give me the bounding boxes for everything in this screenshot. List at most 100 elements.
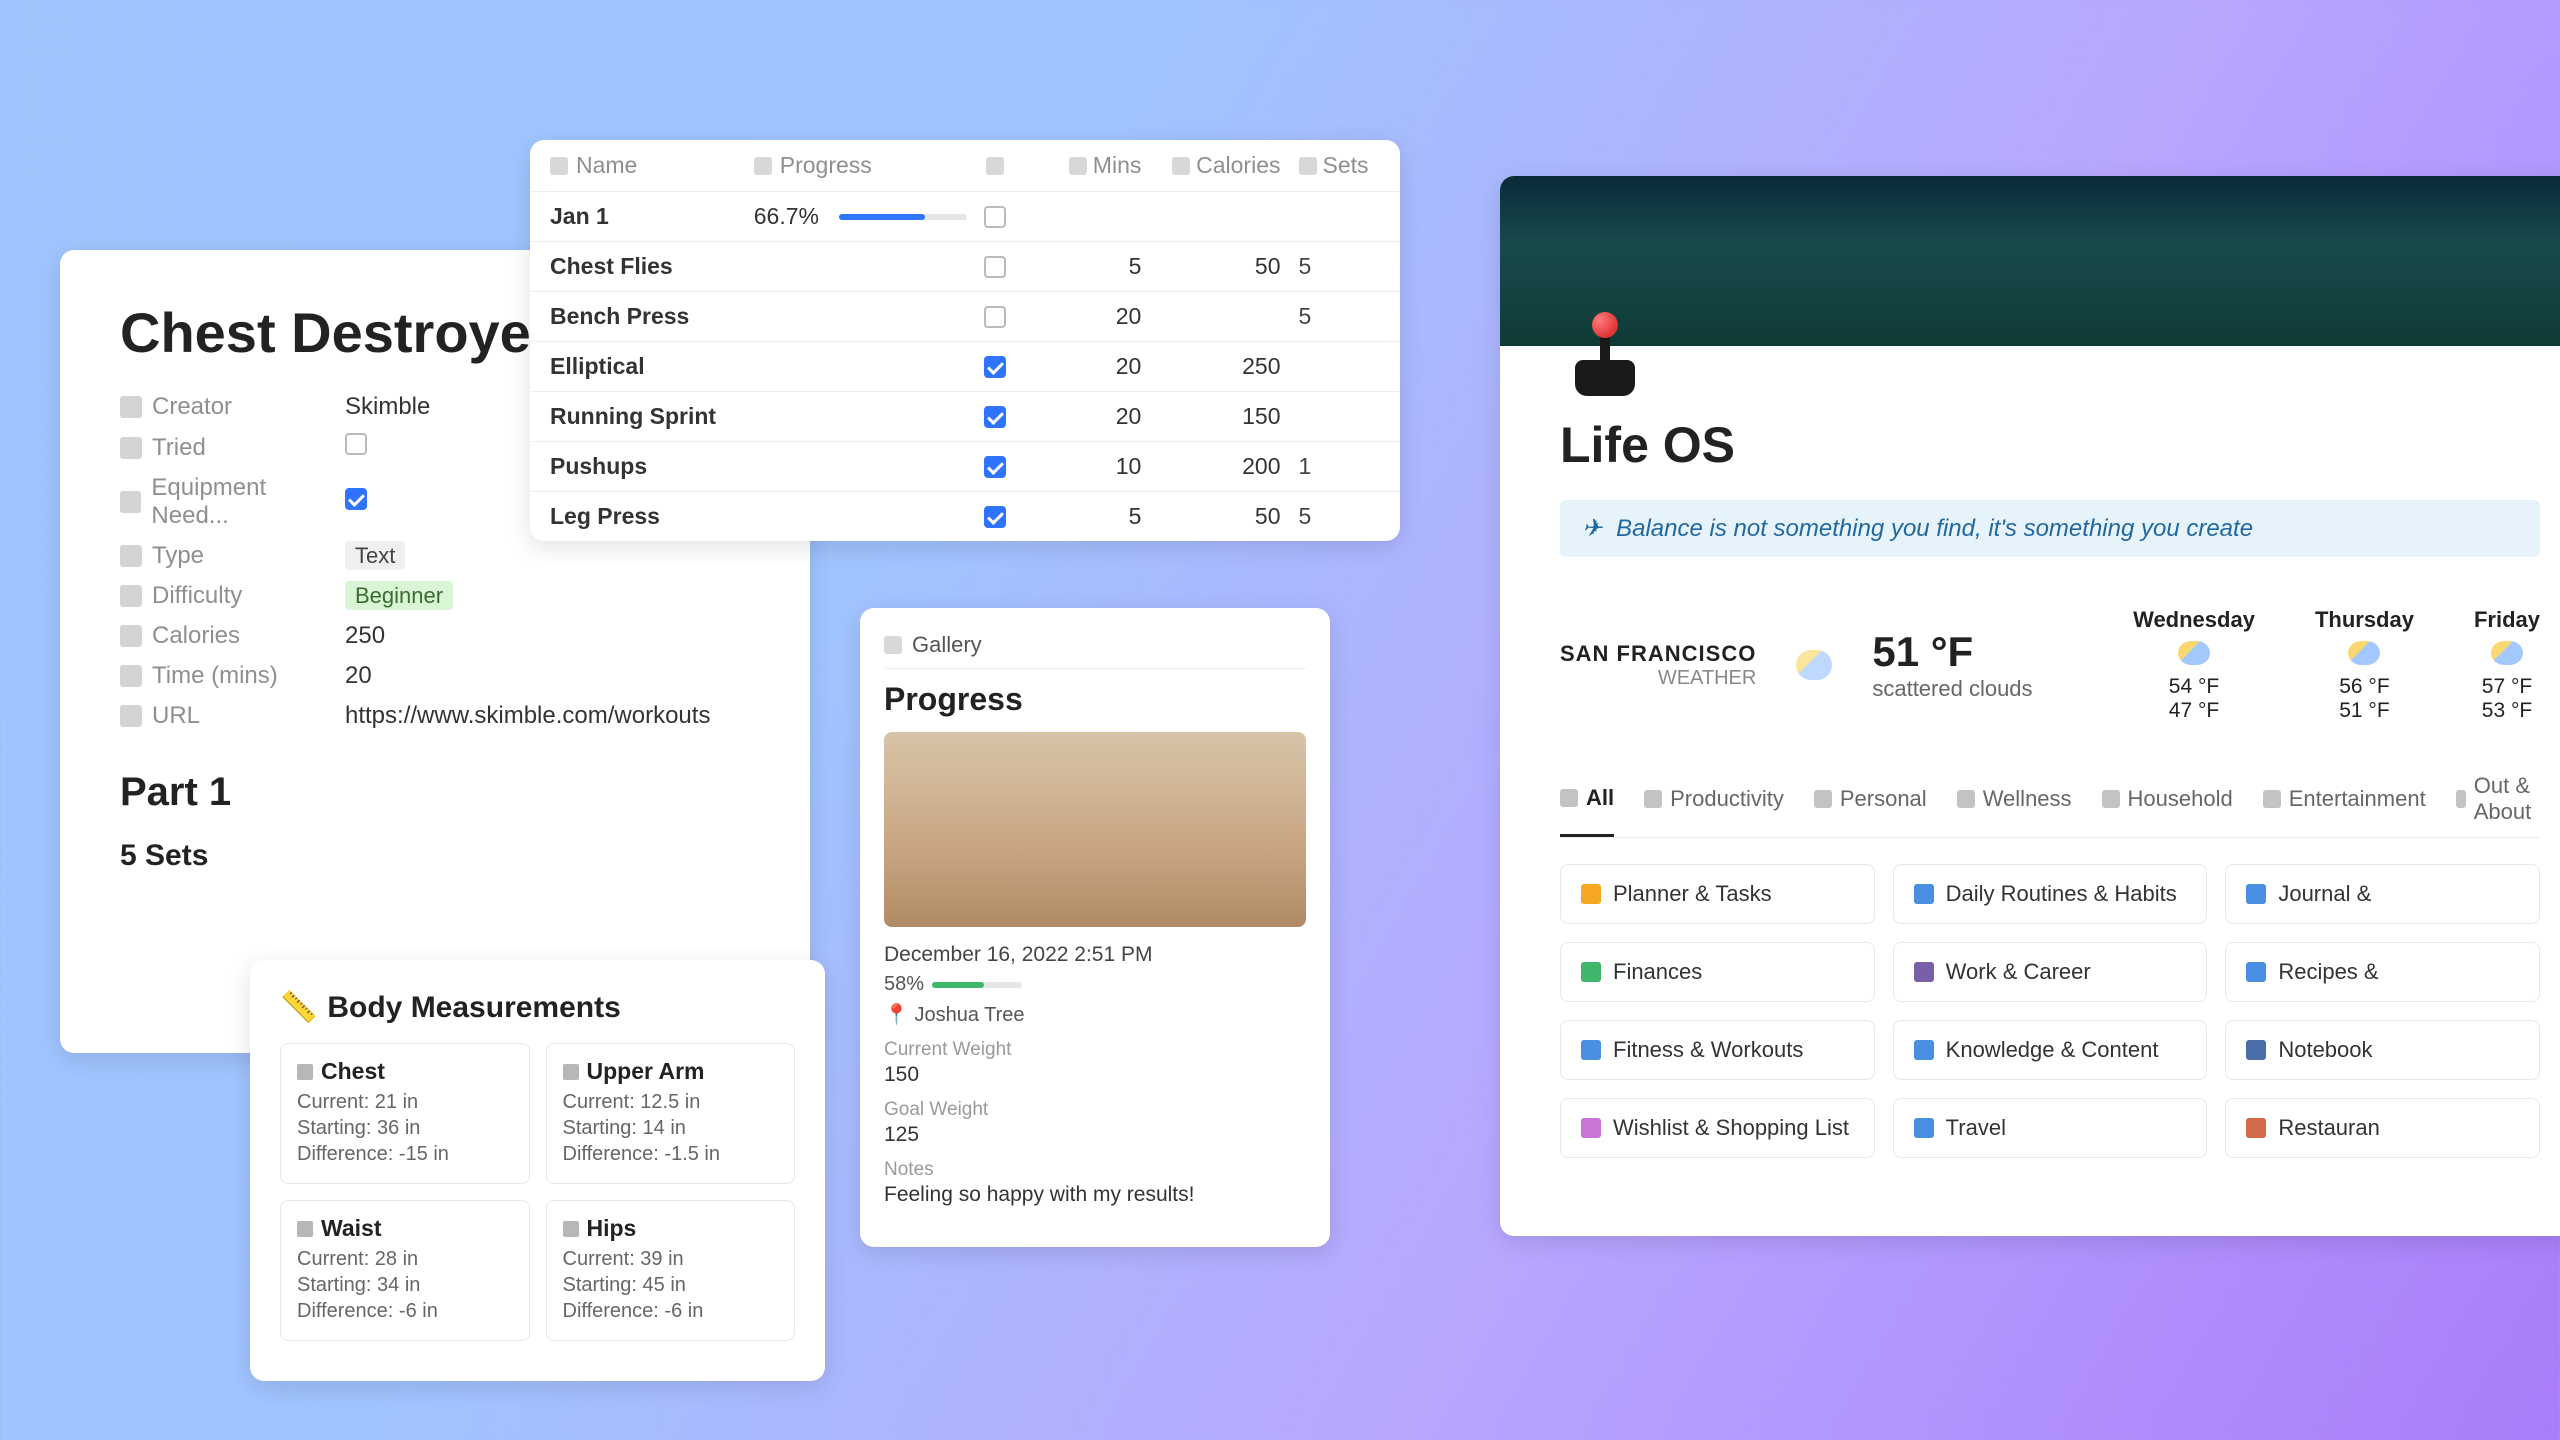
part-heading: Part 1 <box>120 770 750 815</box>
table-row[interactable]: Running Sprint 20 150 <box>530 392 1400 442</box>
measurement-item[interactable]: Upper Arm Current: 12.5 inStarting: 14 i… <box>546 1043 796 1184</box>
equipment-checkbox[interactable] <box>345 488 367 510</box>
life-os-card: Life OS ✈Balance is not something you fi… <box>1500 176 2560 1236</box>
type-tag[interactable]: Text <box>345 541 405 570</box>
tab-icon <box>1644 790 1662 808</box>
tab-household[interactable]: Household <box>2102 773 2233 837</box>
tab-personal[interactable]: Personal <box>1814 773 1927 837</box>
pencil-icon <box>297 1221 313 1237</box>
table-header-row: Name Progress Mins Calories Sets <box>530 140 1400 192</box>
table-row[interactable]: Bench Press 20 5 <box>530 292 1400 342</box>
tab-wellness[interactable]: Wellness <box>1957 773 2072 837</box>
link-icon <box>2246 1118 2266 1138</box>
url-value[interactable]: https://www.skimble.com/workouts <box>345 702 710 730</box>
link-item[interactable]: Fitness & Workouts <box>1560 1020 1875 1080</box>
difficulty-tag[interactable]: Beginner <box>345 581 453 610</box>
tab-icon <box>1560 789 1578 807</box>
links-grid: Planner & Tasks Daily Routines & Habits Jo… <box>1560 864 2540 1158</box>
stopwatch-icon <box>1069 157 1087 175</box>
flame-icon <box>120 625 142 647</box>
row-checkbox[interactable] <box>984 506 1006 528</box>
measurement-item[interactable]: Chest Current: 21 inStarting: 36 inDiffe… <box>280 1043 530 1184</box>
current-temp: 51 °F <box>1872 628 2032 676</box>
link-item[interactable]: Recipes & <box>2225 942 2540 1002</box>
table-row[interactable]: Pushups 10 200 1 <box>530 442 1400 492</box>
send-icon: ✈ <box>1582 514 1602 543</box>
tab-icon <box>2263 790 2281 808</box>
progress-photo[interactable] <box>884 732 1306 927</box>
link-item[interactable]: Planner & Tasks <box>1560 864 1875 924</box>
ruler-icon: 📏 <box>280 990 317 1025</box>
row-checkbox[interactable] <box>984 406 1006 428</box>
link-icon <box>2246 1040 2266 1060</box>
table-row[interactable]: Leg Press 5 50 5 <box>530 492 1400 541</box>
joystick-icon <box>1560 306 1650 396</box>
table-row[interactable]: Jan 1 66.7% <box>530 192 1400 242</box>
weather-widget: SAN FRANCISCOWEATHER 51 °Fscattered clou… <box>1560 607 2540 723</box>
flame-icon <box>1172 157 1190 175</box>
table-row[interactable]: Chest Flies 5 50 5 <box>530 242 1400 292</box>
measurement-item[interactable]: Hips Current: 39 inStarting: 45 inDiffer… <box>546 1200 796 1341</box>
creator-value[interactable]: Skimble <box>345 393 430 421</box>
bars-icon <box>754 157 772 175</box>
link-item[interactable]: Journal & <box>2225 864 2540 924</box>
link-icon <box>1581 884 1601 904</box>
row-checkbox[interactable] <box>984 206 1006 228</box>
row-checkbox[interactable] <box>984 356 1006 378</box>
pencil-icon <box>297 1064 313 1080</box>
doc-icon <box>120 545 142 567</box>
link-item[interactable]: Finances <box>1560 942 1875 1002</box>
check-circle-icon <box>986 157 1004 175</box>
cover-image <box>1500 176 2560 346</box>
person-icon <box>120 396 142 418</box>
bars-icon <box>120 585 142 607</box>
current-weight: 150 <box>884 1063 1306 1087</box>
forecast-day: Wednesday54 °F47 °F <box>2133 607 2255 723</box>
link-item[interactable]: Travel <box>1893 1098 2208 1158</box>
row-checkbox[interactable] <box>984 306 1006 328</box>
gallery-tab[interactable]: Gallery <box>912 632 982 658</box>
forecast-day: Thursday56 °F51 °F <box>2315 607 2414 723</box>
measurement-item[interactable]: Waist Current: 28 inStarting: 34 inDiffe… <box>280 1200 530 1341</box>
body-measurements-title: Body Measurements <box>327 991 620 1025</box>
row-checkbox[interactable] <box>984 456 1006 478</box>
progress-bar <box>932 982 1022 988</box>
tab-icon <box>2102 790 2120 808</box>
hash-icon <box>1299 157 1317 175</box>
body-measurements-card: 📏 Body Measurements Chest Current: 21 inS… <box>250 960 825 1381</box>
link-item[interactable]: Wishlist & Shopping List <box>1560 1098 1875 1158</box>
row-checkbox[interactable] <box>984 256 1006 278</box>
table-row[interactable]: Elliptical 20 250 <box>530 342 1400 392</box>
gallery-icon <box>884 636 902 654</box>
tab-all[interactable]: All <box>1560 773 1614 837</box>
goal-weight: 125 <box>884 1123 1306 1147</box>
link-icon <box>2246 884 2266 904</box>
link-item[interactable]: Notebook <box>2225 1020 2540 1080</box>
link-icon <box>1581 1118 1601 1138</box>
notes-text: Feeling so happy with my results! <box>884 1183 1306 1207</box>
life-os-title: Life OS <box>1560 416 2540 474</box>
tab-out-about[interactable]: Out & About <box>2456 773 2540 837</box>
link-item[interactable]: Work & Career <box>1893 942 2208 1002</box>
tab-entertainment[interactable]: Entertainment <box>2263 773 2426 837</box>
tried-checkbox[interactable] <box>345 433 367 455</box>
category-tabs: All Productivity Personal Wellness Household… <box>1560 773 2540 838</box>
tab-icon <box>1814 790 1832 808</box>
link-icon <box>2246 962 2266 982</box>
link-icon <box>1581 962 1601 982</box>
link-item[interactable]: Knowledge & Content <box>1893 1020 2208 1080</box>
tab-icon <box>1957 790 1975 808</box>
link-item[interactable]: Daily Routines & Habits <box>1893 864 2208 924</box>
calories-value[interactable]: 250 <box>345 622 385 650</box>
link-icon <box>1914 1040 1934 1060</box>
link-icon <box>1914 962 1934 982</box>
progress-percent: 58% <box>884 973 924 995</box>
tab-productivity[interactable]: Productivity <box>1644 773 1784 837</box>
clock-icon <box>120 665 142 687</box>
progress-date: December 16, 2022 2:51 PM <box>884 943 1306 967</box>
tab-icon <box>2456 790 2466 808</box>
link-item[interactable]: Restauran <box>2225 1098 2540 1158</box>
dumbbell-icon <box>120 491 141 513</box>
weather-icon <box>2491 641 2523 665</box>
time-value[interactable]: 20 <box>345 662 372 690</box>
